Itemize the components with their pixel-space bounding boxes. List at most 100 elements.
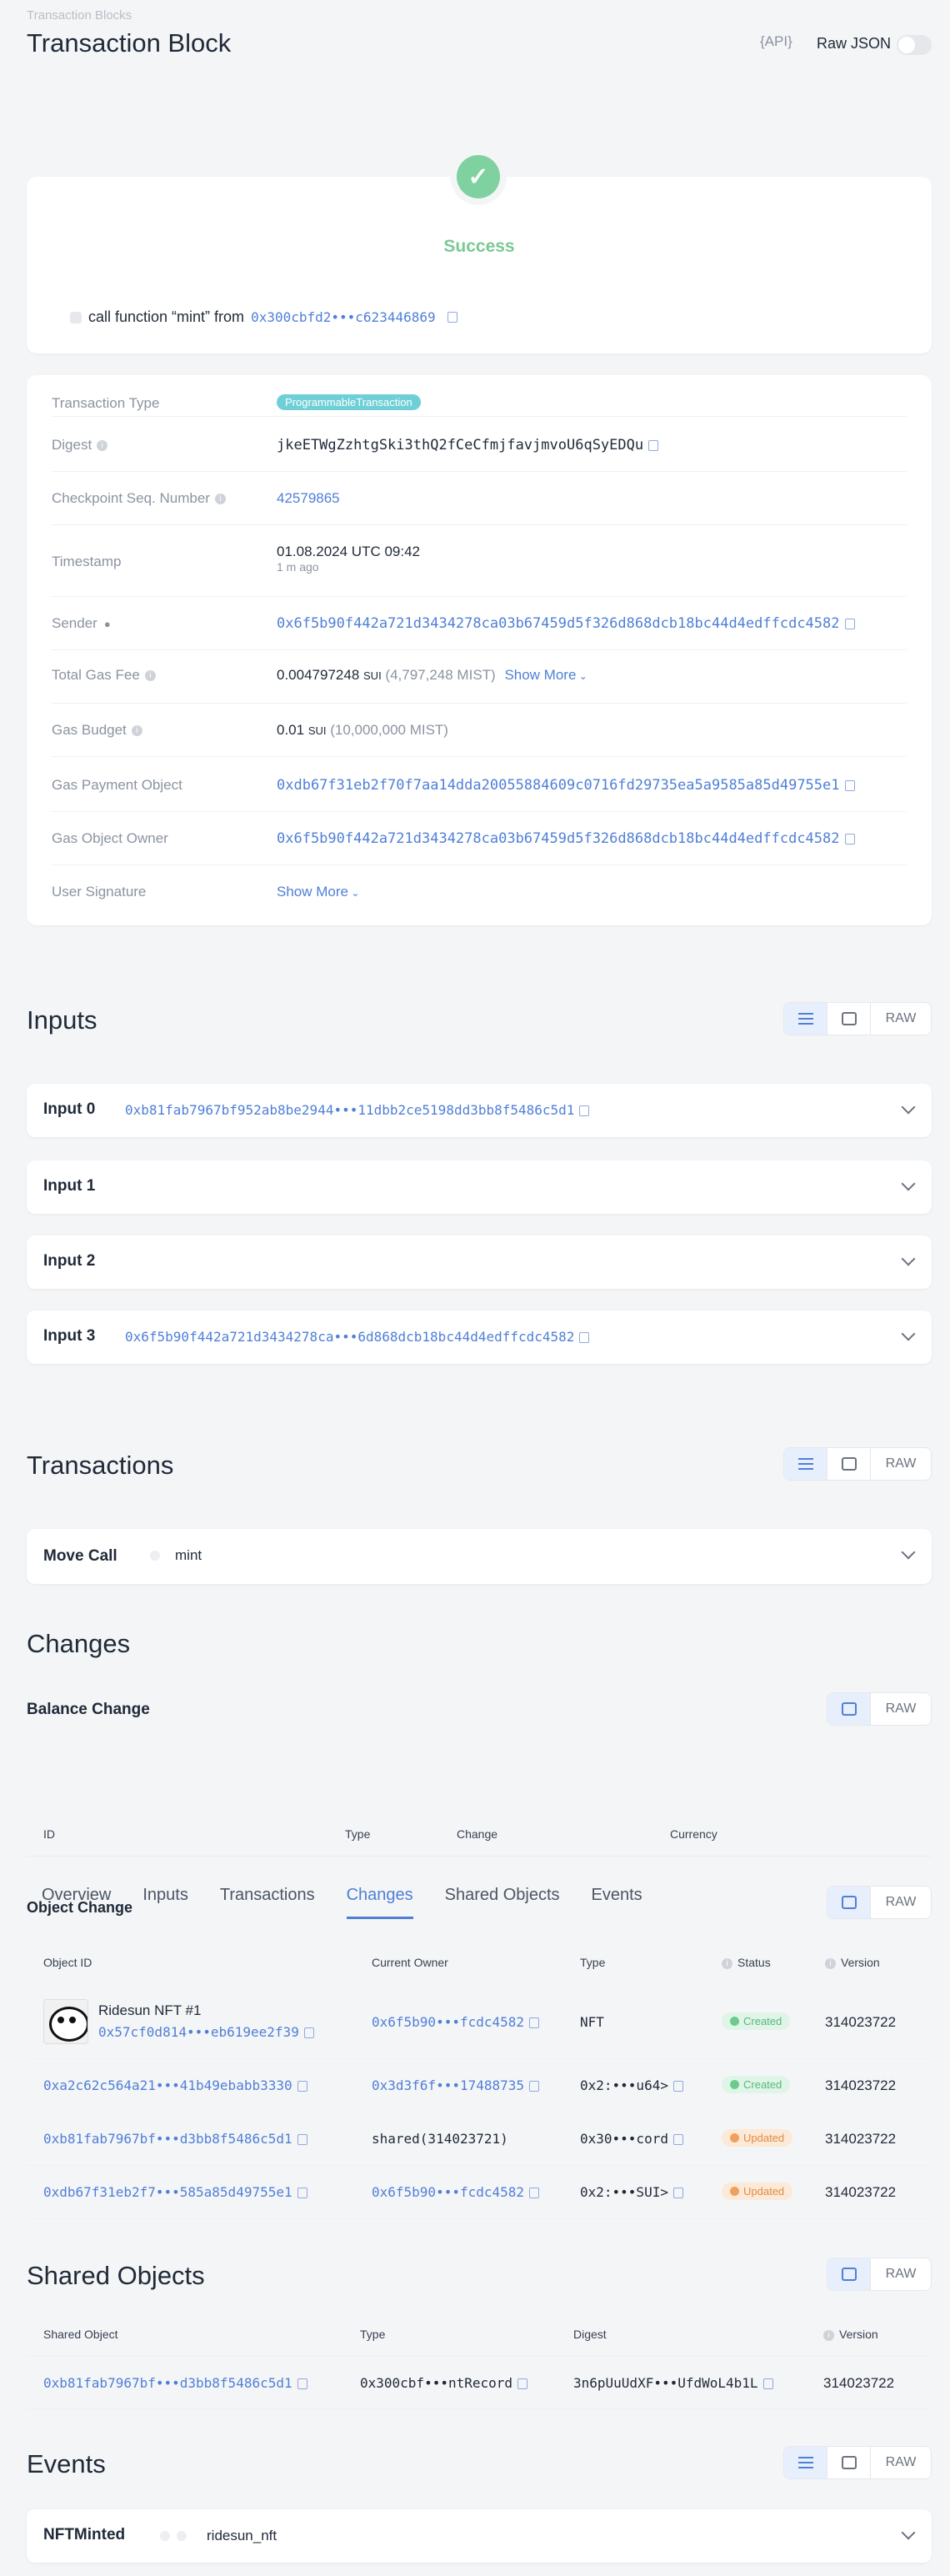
page-title: Transaction Block — [27, 28, 232, 58]
copy-icon[interactable] — [844, 779, 855, 791]
copy-icon[interactable] — [762, 2378, 773, 2389]
object-id-link[interactable]: 0x57cf0d814•••eb619ee2f39 — [98, 2024, 299, 2040]
shared-object-digest: 3n6pUuUdXF•••UfdWoL4b1L — [573, 2375, 758, 2391]
copy-icon[interactable] — [297, 2081, 308, 2092]
checkpoint-link[interactable]: 42579865 — [277, 490, 340, 507]
list-view-button[interactable] — [784, 1003, 828, 1035]
event-row[interactable]: NFTMinted ridesun_nft — [27, 2509, 932, 2563]
raw-view-button[interactable]: RAW — [871, 1693, 931, 1725]
detail-view-button[interactable] — [828, 1887, 871, 1918]
object-id-link[interactable]: 0xb81fab7967bf•••d3bb8f5486c5d1 — [43, 2131, 292, 2147]
chevron-down-icon[interactable] — [901, 1100, 916, 1115]
shared-header-type: Type — [360, 2328, 386, 2341]
raw-view-button[interactable]: RAW — [871, 1887, 931, 1918]
detail-view-icon — [841, 1012, 857, 1025]
copy-icon[interactable] — [297, 2378, 308, 2389]
detail-row-gas-owner: Gas Object Owner 0x6f5b90f442a721d343427… — [52, 812, 907, 865]
tab-inputs[interactable]: Inputs — [142, 1886, 188, 1919]
chevron-down-icon[interactable] — [901, 2525, 916, 2540]
sender-link[interactable]: 0x6f5b90f442a721d3434278ca03b67459d5f326… — [277, 615, 840, 632]
copy-icon[interactable] — [303, 2027, 314, 2038]
copy-icon[interactable] — [648, 439, 659, 451]
input-row[interactable]: Input 3 0x6f5b90f442a721d3434278ca•••6d8… — [27, 1311, 932, 1364]
raw-view-button[interactable]: RAW — [871, 1003, 931, 1035]
copy-icon[interactable] — [672, 2134, 683, 2145]
gas-owner-link[interactable]: 0x6f5b90f442a721d3434278ca03b67459d5f326… — [277, 830, 840, 847]
gas-payment-link[interactable]: 0xdb67f31eb2f70f7aa14dda20055884609c0716… — [277, 777, 840, 794]
table-row: 0xb81fab7967bf•••d3bb8f5486c5d1 0x300cbf… — [27, 2356, 932, 2409]
shared-header-digest: Digest — [573, 2328, 607, 2341]
input-row[interactable]: Input 1 — [27, 1160, 932, 1214]
breadcrumb[interactable]: Transaction Blocks — [27, 8, 132, 23]
detail-view-button[interactable] — [828, 1693, 871, 1725]
detail-label: Gas Payment Object — [52, 777, 182, 793]
copy-icon[interactable] — [844, 833, 855, 844]
package-address-link[interactable]: 0x300cbfd2•••c623446869 — [251, 309, 436, 325]
detail-label: Gas Object Owner — [52, 830, 168, 846]
copy-icon[interactable] — [672, 2188, 683, 2198]
copy-icon[interactable] — [297, 2134, 308, 2145]
input-row[interactable]: Input 0 0xb81fab7967bf952ab8be2944•••11d… — [27, 1084, 932, 1137]
object-id-link[interactable]: 0xa2c62c564a21•••41b49ebabb3330 — [43, 2077, 292, 2093]
raw-view-button[interactable]: RAW — [871, 2258, 931, 2290]
tab-transactions[interactable]: Transactions — [220, 1886, 315, 1919]
detail-view-button[interactable] — [828, 1448, 871, 1480]
shared-object-link[interactable]: 0xb81fab7967bf•••d3bb8f5486c5d1 — [43, 2375, 292, 2391]
detail-view-button[interactable] — [828, 2258, 871, 2290]
chevron-down-icon[interactable] — [901, 1176, 916, 1191]
user-icon: ● — [103, 618, 111, 630]
gas-fee-show-more[interactable]: Show More — [504, 667, 576, 683]
copy-icon[interactable] — [297, 2188, 308, 2198]
list-icon — [798, 1458, 813, 1470]
signature-show-more[interactable]: Show More — [277, 884, 348, 900]
copy-icon[interactable] — [518, 2378, 528, 2389]
copy-icon[interactable] — [529, 2188, 540, 2198]
chevron-down-icon[interactable] — [901, 1251, 916, 1266]
info-icon[interactable]: i — [722, 1957, 732, 1969]
detail-view-button[interactable] — [828, 1003, 871, 1035]
copy-icon[interactable] — [529, 2081, 540, 2092]
raw-view-button[interactable]: RAW — [871, 1448, 931, 1480]
object-header-id: Object ID — [43, 1956, 92, 1969]
tab-events[interactable]: Events — [592, 1886, 642, 1919]
chevron-down-icon[interactable] — [901, 1545, 916, 1560]
raw-json-toggle[interactable] — [897, 35, 932, 55]
object-id-link[interactable]: 0xdb67f31eb2f7•••585a85d49755e1 — [43, 2184, 292, 2200]
object-type: 0x30•••cord — [580, 2131, 668, 2147]
info-icon[interactable]: i — [97, 440, 108, 452]
detail-view-button[interactable] — [828, 2447, 871, 2478]
copy-icon[interactable] — [447, 312, 458, 323]
api-link[interactable]: {API} — [760, 33, 792, 50]
owner-link[interactable]: 0x6f5b90•••fcdc4582 — [372, 2014, 524, 2030]
events-view-tabs: RAW — [783, 2446, 932, 2479]
table-row: 0xb81fab7967bf•••d3bb8f5486c5d1 shared(3… — [27, 2112, 932, 2166]
balance-header-currency: Currency — [670, 1827, 718, 1841]
info-icon[interactable]: i — [144, 670, 156, 682]
list-view-button[interactable] — [784, 2447, 828, 2478]
copy-icon[interactable] — [579, 1105, 590, 1116]
input-label: Input 0 — [43, 1100, 96, 1118]
input-row[interactable]: Input 2 — [27, 1235, 932, 1289]
copy-icon[interactable] — [579, 1332, 590, 1343]
info-icon[interactable]: i — [825, 1957, 836, 1969]
move-call-row[interactable]: Move Call mint — [27, 1529, 932, 1584]
owner-link[interactable]: 0x3d3f6f•••17488735 — [372, 2077, 524, 2093]
input-value-link[interactable]: 0xb81fab7967bf952ab8be2944•••11dbb2ce519… — [125, 1102, 574, 1118]
info-icon[interactable]: i — [823, 2329, 834, 2341]
list-view-button[interactable] — [784, 1448, 828, 1480]
status-badge: Created — [722, 2076, 791, 2093]
copy-icon[interactable] — [672, 2081, 683, 2092]
copy-icon[interactable] — [844, 618, 855, 629]
function-icon — [150, 1551, 160, 1561]
input-value-link[interactable]: 0x6f5b90f442a721d3434278ca•••6d868dcb18b… — [125, 1329, 574, 1345]
chevron-down-icon[interactable] — [901, 1326, 916, 1341]
copy-icon[interactable] — [529, 2017, 540, 2028]
tab-shared-objects[interactable]: Shared Objects — [445, 1886, 560, 1919]
owner-link[interactable]: 0x6f5b90•••fcdc4582 — [372, 2184, 524, 2200]
info-icon[interactable]: i — [214, 494, 226, 505]
object-change-heading: Object Change — [27, 1899, 133, 1916]
raw-view-button[interactable]: RAW — [871, 2447, 931, 2478]
tab-changes[interactable]: Changes — [346, 1886, 413, 1919]
info-icon[interactable]: i — [131, 725, 142, 737]
detail-row-checkpoint: Checkpoint Seq. Number i 42579865 — [52, 472, 907, 525]
